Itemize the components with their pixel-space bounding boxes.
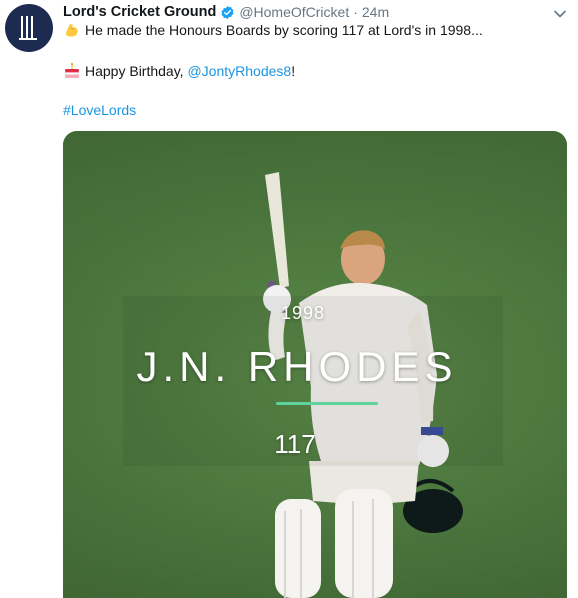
overlay-year: 1998 — [280, 303, 326, 323]
birthday-cake-icon — [65, 63, 79, 78]
hashtag-link[interactable]: #LoveLords — [63, 102, 136, 118]
verified-badge-icon — [221, 5, 234, 19]
media-image[interactable]: 1998 J.N. RHODES 117 — [63, 131, 567, 598]
tweet-text-line-1: He made the Honours Boards by scoring 11… — [63, 21, 483, 40]
display-name[interactable]: Lord's Cricket Ground — [63, 3, 216, 21]
separator: · — [353, 4, 358, 20]
avatar[interactable] — [5, 4, 53, 52]
accent-divider — [276, 402, 378, 405]
tweet-text: He made the Honours Boards by scoring 11… — [85, 22, 483, 38]
overlay-player-name: J.N. RHODES — [136, 343, 458, 390]
tweet-header: Lord's Cricket Ground @HomeOfCricket · 2… — [63, 3, 389, 21]
user-handle[interactable]: @HomeOfCricket — [239, 3, 349, 21]
chevron-down-icon[interactable] — [552, 6, 568, 22]
tweet-text-line-3: #LoveLords — [63, 101, 136, 120]
timestamp[interactable]: 24m — [362, 3, 389, 21]
birthday-suffix: ! — [291, 63, 296, 79]
lords-logo-icon — [19, 16, 37, 40]
birthday-text: Happy Birthday, — [85, 63, 188, 79]
tweet-text-line-2: Happy Birthday, @JontyRhodes8! — [63, 62, 295, 81]
tweet[interactable]: Lord's Cricket Ground @HomeOfCricket · 2… — [0, 0, 578, 598]
flexed-biceps-icon — [66, 24, 78, 37]
overlay-score: 117 — [274, 429, 316, 459]
mention-link[interactable]: @JontyRhodes8 — [187, 63, 291, 79]
